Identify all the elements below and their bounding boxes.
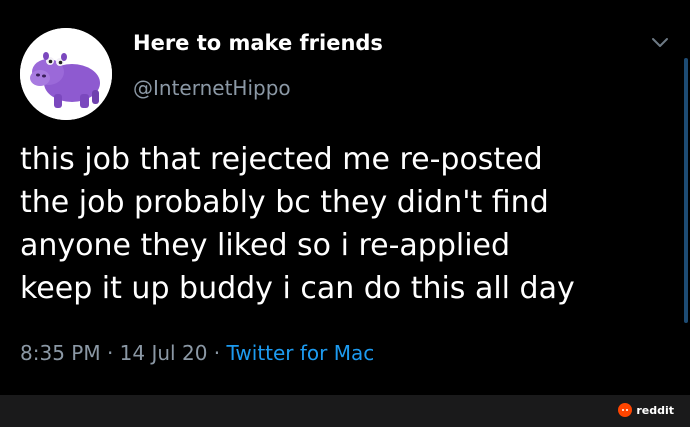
footer-bar: reddit — [0, 395, 690, 427]
tweet-text-line: this job that rejected me re-posted — [20, 142, 543, 177]
display-name[interactable]: Here to make friends — [133, 28, 383, 58]
tweet-text-line: keep it up buddy i can do this all day — [20, 271, 575, 306]
tweet-source-link[interactable]: Twitter for Mac — [227, 341, 375, 365]
hippo-avatar-image — [20, 28, 112, 120]
chevron-down-icon[interactable] — [650, 34, 670, 50]
meta-separator: · — [100, 341, 120, 365]
avatar[interactable] — [20, 28, 112, 120]
tweet-card: Here to make friends @InternetHippo this… — [0, 0, 690, 395]
tweet-date[interactable]: 14 Jul 20 — [120, 341, 208, 365]
tweet-text-line: the job probably bc they didn't find — [20, 185, 549, 220]
tweet-text-line: anyone they liked so i re-applied — [20, 228, 511, 263]
scrollbar[interactable] — [684, 58, 688, 323]
user-handle[interactable]: @InternetHippo — [133, 74, 291, 102]
meta-separator: · — [207, 341, 227, 365]
tweet-metadata: 8:35 PM · 14 Jul 20 · Twitter for Mac — [20, 338, 374, 368]
reddit-watermark: reddit — [618, 403, 674, 417]
tweet-text: this job that rejected me re-posted the … — [20, 138, 680, 310]
tweet-time[interactable]: 8:35 PM — [20, 341, 101, 365]
reddit-label: reddit — [636, 403, 674, 417]
reddit-icon — [618, 403, 633, 417]
